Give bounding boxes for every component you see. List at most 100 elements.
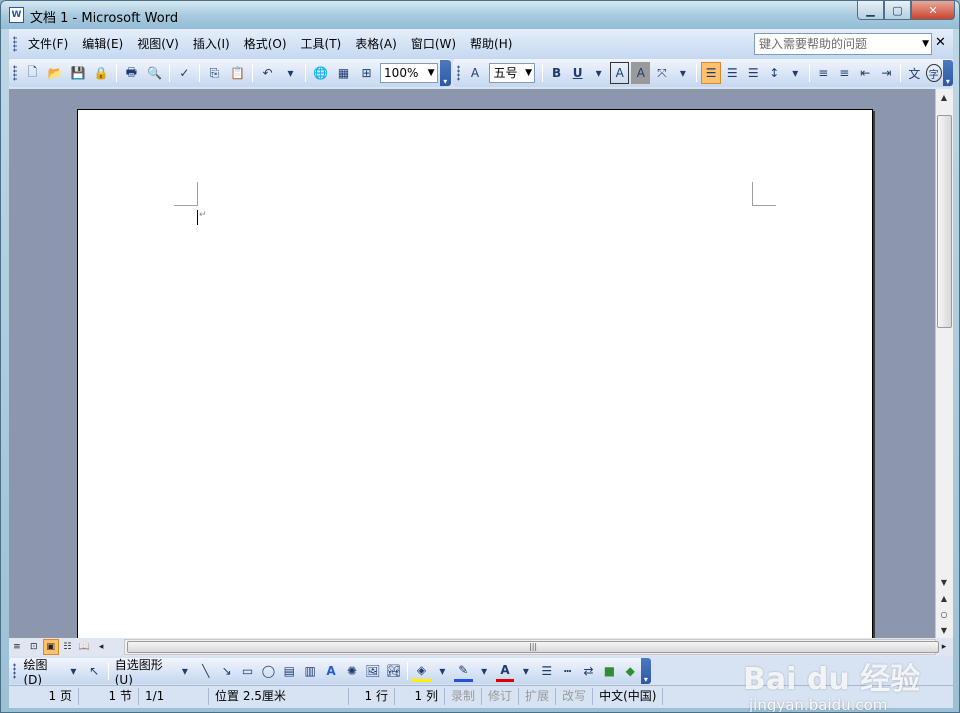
toolbar-grip-icon[interactable] (457, 65, 461, 81)
3d-style-icon[interactable]: ◆ (621, 660, 640, 682)
arrow-icon[interactable]: ↘ (217, 660, 236, 682)
select-objects-icon[interactable]: ↖ (85, 660, 104, 682)
align-center-icon[interactable]: ☰ (723, 62, 742, 84)
reading-layout-view-icon[interactable]: 📖 (76, 639, 92, 655)
chevron-down-icon[interactable]: ▼ (922, 34, 929, 54)
hyperlink-icon[interactable]: 🌐 (310, 62, 331, 84)
insert-excel-icon[interactable]: ⊞ (356, 62, 377, 84)
align-left-icon[interactable]: ☰ (701, 62, 721, 84)
toolbar-options-icon[interactable]: ▾ (640, 658, 652, 684)
undo-icon[interactable]: ↶ (257, 62, 278, 84)
enclose-characters-button[interactable]: 字 (925, 64, 942, 82)
tables-borders-icon[interactable]: ▦ (333, 62, 354, 84)
numbering-icon[interactable]: ≡ (814, 62, 833, 84)
line-spacing-dropdown-icon[interactable]: ▾ (786, 62, 805, 84)
shadow-style-icon[interactable]: ■ (600, 660, 619, 682)
char-shading-button[interactable]: A (631, 62, 651, 84)
fill-color-dropdown-icon[interactable]: ▾ (433, 660, 452, 682)
normal-view-icon[interactable]: ≡ (9, 639, 25, 655)
scroll-down-icon[interactable]: ▼ (936, 574, 952, 590)
diagram-icon[interactable]: ✺ (342, 660, 361, 682)
menu-view[interactable]: 视图(V) (130, 34, 186, 54)
close-button[interactable]: ✕ (911, 1, 955, 20)
toolbar-grip-icon[interactable] (13, 65, 17, 81)
menu-file[interactable]: 文件(F) (21, 34, 75, 54)
textbox-icon[interactable]: ▤ (280, 660, 299, 682)
autoshapes-button[interactable]: 自选图形(U) (112, 656, 175, 687)
document-close-button[interactable]: ✕ (935, 35, 946, 50)
spelling-icon[interactable]: ✓ (174, 62, 195, 84)
line-icon[interactable]: ╲ (196, 660, 215, 682)
document-page[interactable]: ↵ (77, 109, 873, 649)
rectangle-icon[interactable]: ▭ (238, 660, 257, 682)
menu-help[interactable]: 帮助(H) (463, 34, 519, 54)
fill-color-icon[interactable]: ◈ (412, 660, 431, 682)
print-layout-view-icon[interactable]: ▣ (42, 639, 59, 655)
menubar-grip-icon[interactable] (13, 36, 17, 52)
clipart-icon[interactable]: 🖼 (363, 660, 382, 682)
bullets-icon[interactable]: ≡ (835, 62, 854, 84)
vertical-scrollbar[interactable]: ▲ ▼ ▲ ○ ▼ (935, 89, 953, 638)
line-color-dropdown-icon[interactable]: ▾ (475, 660, 494, 682)
font-size-select[interactable]: 五号 ▼ (489, 63, 536, 83)
menu-tools[interactable]: 工具(T) (294, 34, 349, 54)
scroll-up-icon[interactable]: ▲ (936, 89, 952, 105)
bold-button[interactable]: B (547, 62, 566, 84)
new-icon[interactable]: 🗋 (22, 62, 43, 84)
help-search-input[interactable]: 键入需要帮助的问题 ▼ (754, 33, 932, 55)
next-page-icon[interactable]: ▼ (936, 622, 952, 638)
print-icon[interactable]: 🖶 (121, 62, 142, 84)
document-area[interactable]: ↵ (9, 89, 935, 649)
align-right-icon[interactable]: ☰ (744, 62, 763, 84)
save-icon[interactable]: 💾 (68, 62, 89, 84)
zoom-select[interactable]: 100% ▼ (380, 63, 438, 83)
char-border-button[interactable]: A (610, 62, 630, 84)
underline-dropdown-icon[interactable]: ▾ (589, 62, 608, 84)
toolbar-options-icon[interactable]: ▾ (439, 60, 452, 86)
char-scaling-dropdown-icon[interactable]: ▾ (673, 62, 692, 84)
copy-icon[interactable]: ⎘ (204, 62, 225, 84)
font-color-button[interactable]: A (495, 660, 515, 682)
menu-insert[interactable]: 插入(I) (186, 34, 237, 54)
minimize-button[interactable]: ▁ (857, 1, 884, 20)
web-layout-view-icon[interactable]: ⊡ (26, 639, 42, 655)
status-ext[interactable]: 扩展 (519, 687, 557, 705)
print-preview-icon[interactable]: 🔍 (144, 62, 165, 84)
arrow-style-icon[interactable]: ⇄ (579, 660, 598, 682)
chevron-down-icon[interactable]: ▼ (525, 64, 532, 82)
toolbar-options-icon[interactable]: ▾ (942, 60, 954, 86)
open-icon[interactable]: 📂 (45, 62, 66, 84)
line-style-icon[interactable]: ☰ (537, 660, 556, 682)
menu-window[interactable]: 窗口(W) (404, 34, 463, 54)
horizontal-scroll-thumb[interactable]: ||| (127, 641, 940, 653)
picture-icon[interactable]: 🏞 (384, 660, 403, 682)
font-color-dropdown-icon[interactable]: ▾ (516, 660, 535, 682)
dash-style-icon[interactable]: ┅ (558, 660, 577, 682)
vertical-textbox-icon[interactable]: ▥ (301, 660, 320, 682)
draw-dropdown-icon[interactable]: ▾ (64, 660, 83, 682)
decrease-indent-icon[interactable]: ⇤ (856, 62, 875, 84)
status-rec[interactable]: 录制 (445, 687, 483, 705)
scroll-left-icon[interactable]: ◂ (93, 639, 109, 655)
toolbar-grip-icon[interactable] (13, 663, 17, 679)
previous-page-icon[interactable]: ▲ (936, 590, 952, 606)
line-color-icon[interactable]: ✎ (453, 660, 473, 682)
menu-format[interactable]: 格式(O) (237, 34, 294, 54)
maximize-button[interactable]: ▢ (884, 1, 911, 20)
horizontal-scroll-track[interactable]: ||| (124, 639, 940, 655)
wordart-icon[interactable]: A (322, 660, 341, 682)
permission-icon[interactable]: 🔒 (91, 62, 112, 84)
styles-icon[interactable]: A (465, 62, 484, 84)
paste-icon[interactable]: 📋 (227, 62, 248, 84)
status-ovr[interactable]: 改写 (556, 687, 594, 705)
menu-edit[interactable]: 编辑(E) (75, 34, 130, 54)
menu-table[interactable]: 表格(A) (348, 34, 404, 54)
vertical-scroll-thumb[interactable] (937, 115, 952, 328)
chevron-down-icon[interactable]: ▼ (428, 64, 435, 82)
autoshapes-dropdown-icon[interactable]: ▾ (175, 660, 194, 682)
phonetic-guide-button[interactable]: 文 (905, 62, 924, 84)
char-scaling-icon[interactable]: ⤧ (652, 62, 671, 84)
status-trk[interactable]: 修订 (482, 687, 520, 705)
undo-dropdown-icon[interactable]: ▾ (280, 62, 301, 84)
line-spacing-icon[interactable]: ↕ (765, 62, 784, 84)
